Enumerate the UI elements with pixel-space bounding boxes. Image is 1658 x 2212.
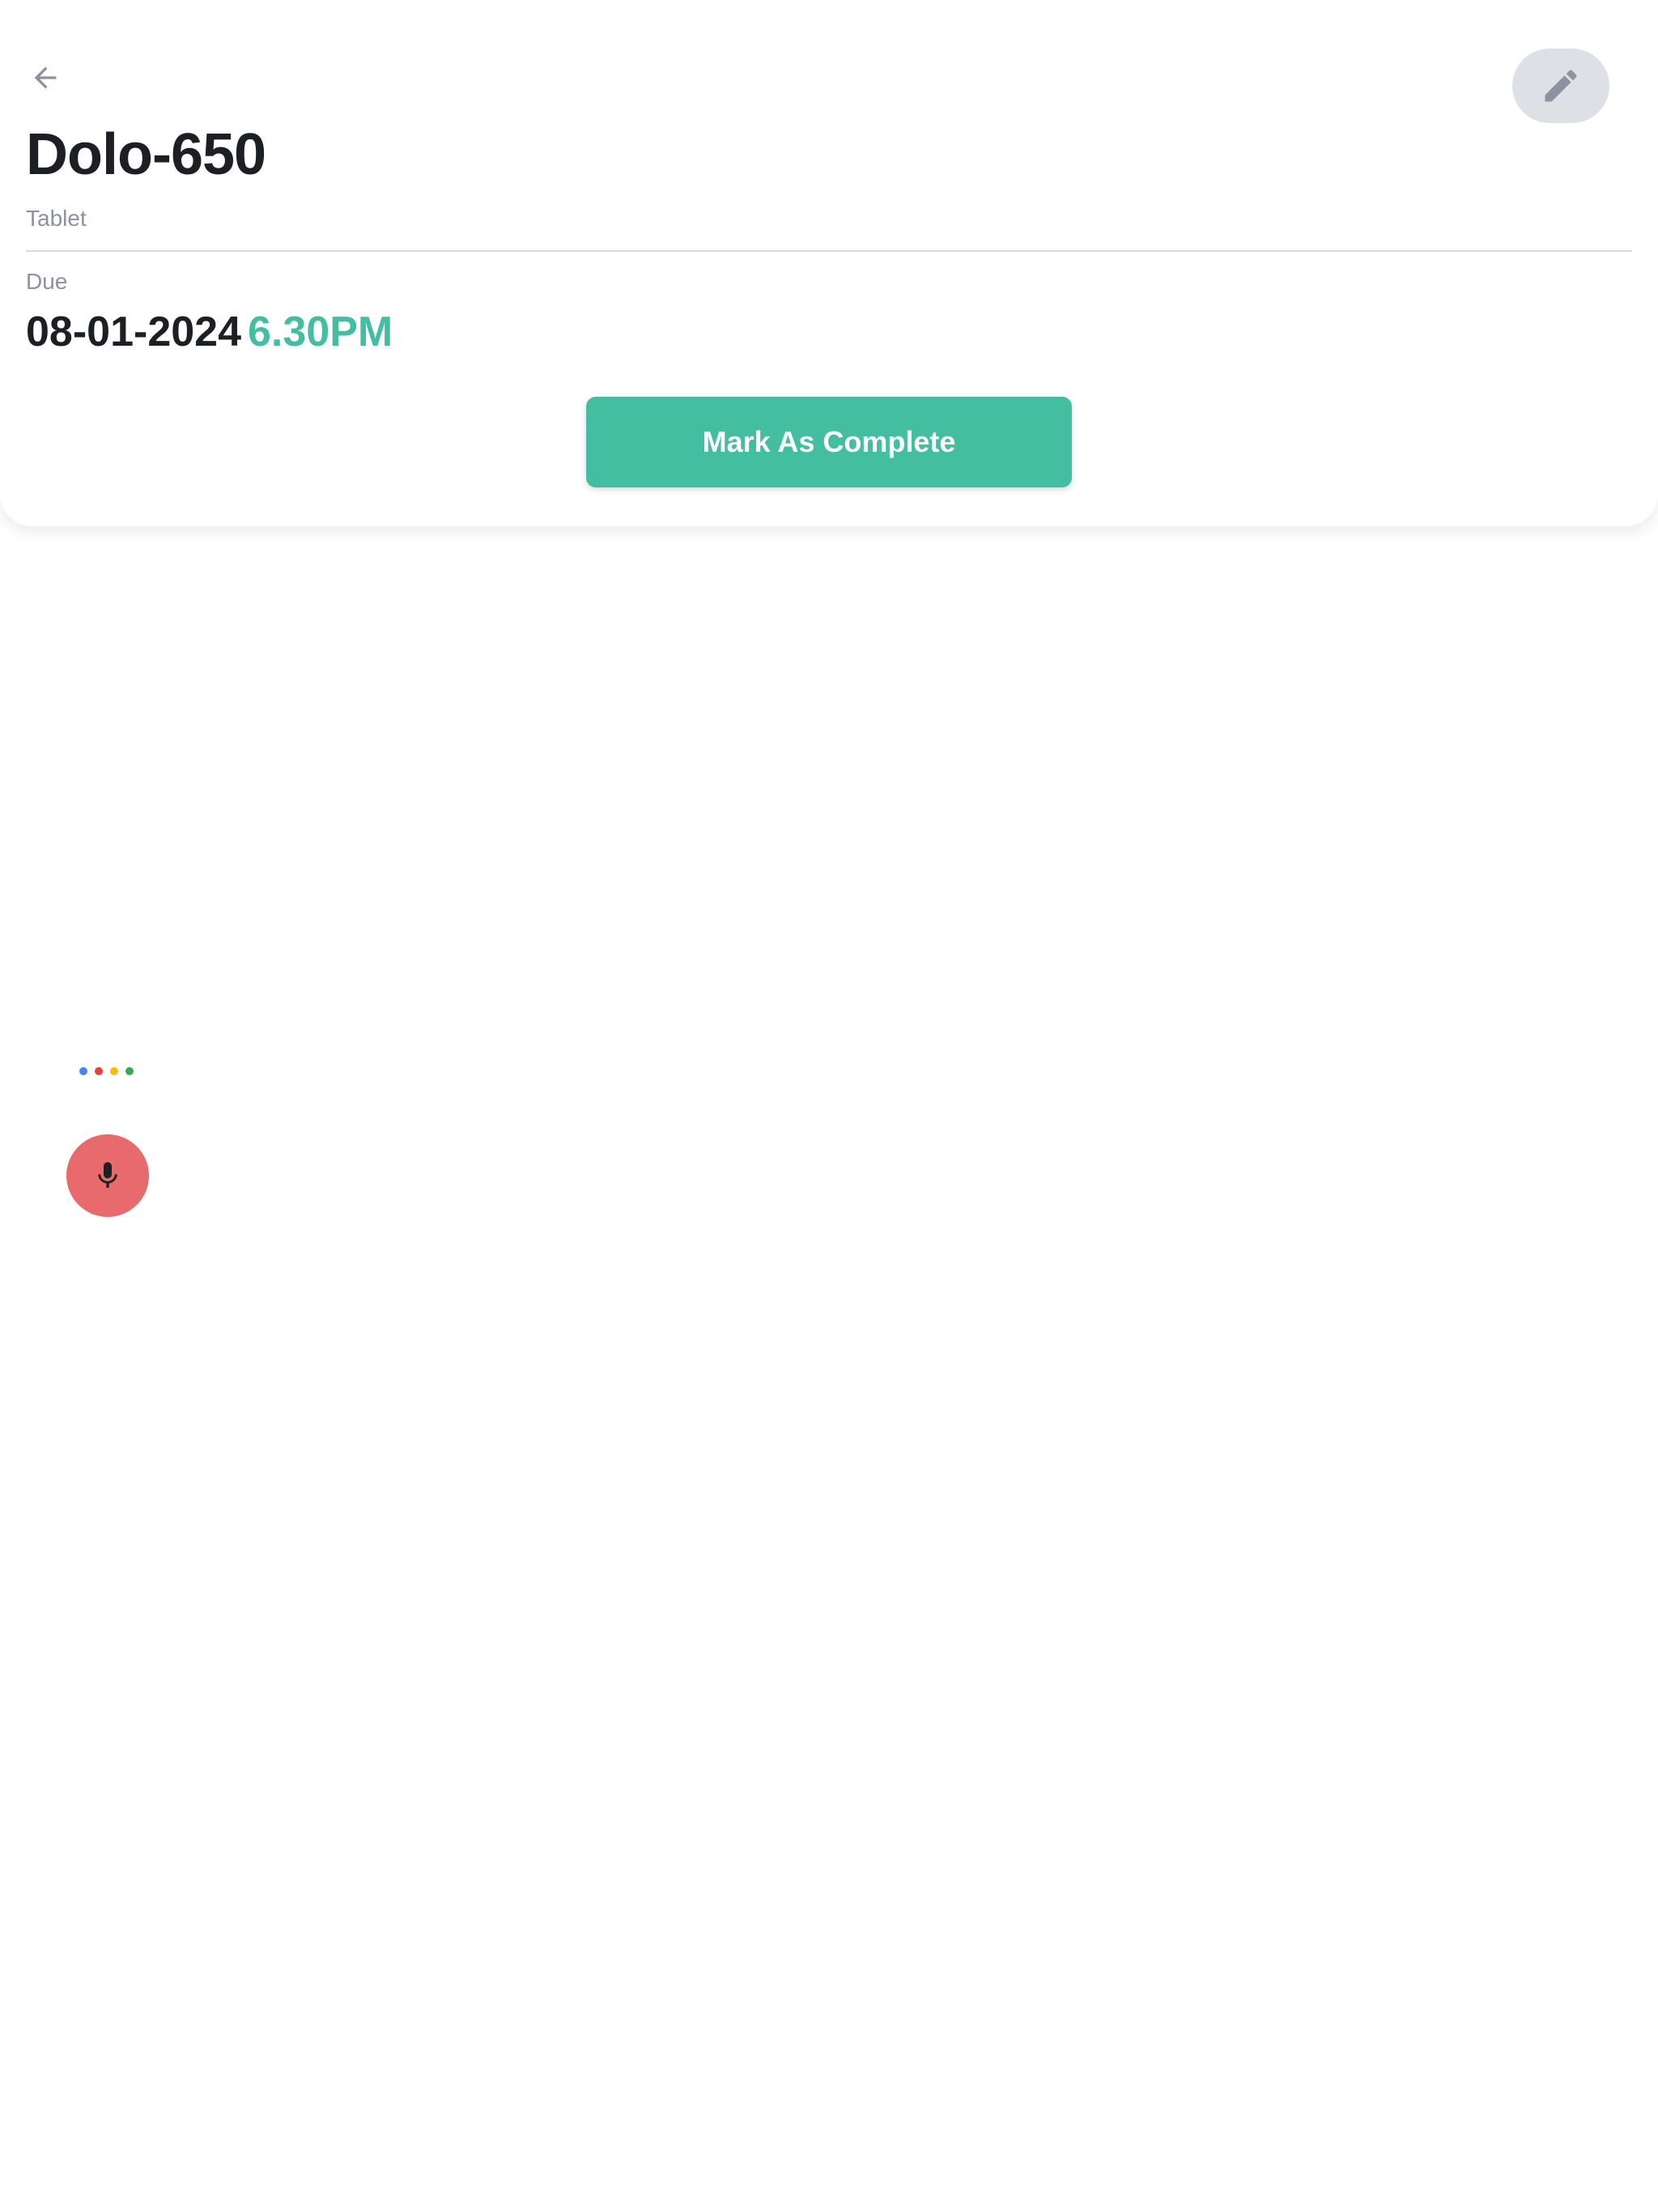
due-datetime: 08-01-2024 6.30PM (26, 308, 393, 356)
back-button[interactable] (24, 57, 66, 99)
due-date: 08-01-2024 (26, 308, 241, 355)
microphone-icon (98, 1162, 117, 1188)
mark-complete-button[interactable]: Mark As Complete (586, 397, 1072, 487)
divider (26, 250, 1632, 252)
medicine-type: Tablet (26, 206, 87, 231)
medicine-name: Dolo-650 (26, 122, 266, 187)
assistant-dot (79, 1067, 87, 1075)
medicine-detail-card: Dolo-650 Tablet Due 08-01-2024 6.30PM Mar… (0, 0, 1658, 526)
arrow-left-icon (34, 66, 57, 89)
microphone-button[interactable] (66, 1134, 149, 1217)
due-label: Due (26, 269, 68, 294)
assistant-dot (125, 1067, 134, 1075)
due-time: 6.30PM (248, 308, 393, 355)
pencil-icon (1545, 70, 1577, 102)
medicine-detail-screen: Dolo-650 Tablet Due 08-01-2024 6.30PM Mar… (0, 0, 1658, 2212)
edit-button[interactable] (1512, 49, 1609, 123)
assistant-dot (110, 1067, 118, 1075)
assistant-listening-indicator (79, 1067, 134, 1077)
assistant-dot (95, 1067, 103, 1075)
